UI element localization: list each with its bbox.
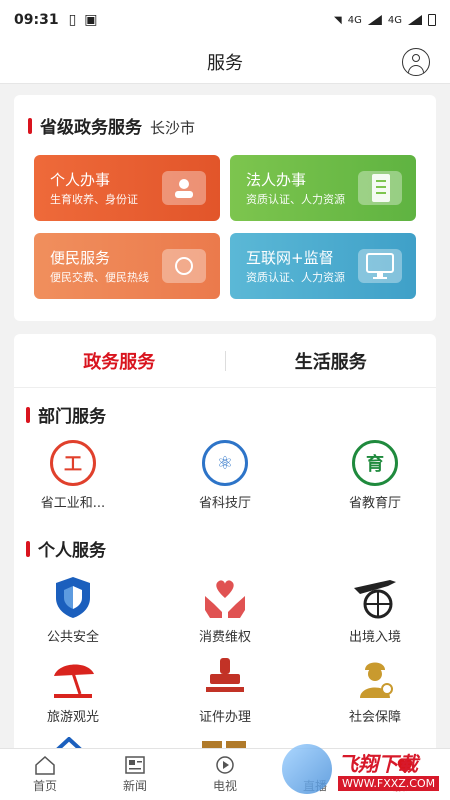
tabbar-tv[interactable]: 电视 xyxy=(180,749,270,800)
tile-personal-affairs[interactable]: 个人办事 生育收养、身份证 xyxy=(34,155,220,221)
signal-icon-2 xyxy=(408,15,422,25)
personal-item-entry-exit[interactable]: 出境入境 xyxy=(310,574,440,645)
network-type-1: 4G xyxy=(347,14,362,26)
heading-marker xyxy=(26,406,30,423)
dept-services-heading: 部门服务 xyxy=(26,402,106,427)
vibrate-icon: ▯ xyxy=(68,12,77,28)
personal-item-social-security[interactable]: 社会保障 xyxy=(310,654,440,725)
heart-hands-icon xyxy=(202,574,248,620)
personal-services-heading: 个人服务 xyxy=(26,536,106,561)
watermark-logo: 飞翔下载 WWW.FXXZ.COM xyxy=(282,742,442,798)
image-icon: ▣ xyxy=(84,12,98,28)
province-services-heading: 省级政务服务 长沙市 xyxy=(28,113,195,138)
personal-services-title: 个人服务 xyxy=(38,541,106,561)
dept-item-education[interactable]: 育 省教育厅 xyxy=(310,440,440,511)
news-icon xyxy=(124,755,146,775)
airplane-globe-icon xyxy=(352,574,398,620)
industry-emblem-icon: 工 xyxy=(50,440,96,486)
worker-icon xyxy=(352,654,398,700)
battery-icon xyxy=(428,14,436,26)
education-emblem-icon: 育 xyxy=(352,440,398,486)
user-profile-icon[interactable] xyxy=(402,48,430,76)
province-services-card: 省级政务服务 长沙市 个人办事 生育收养、身份证 法人办事 资质认证、人力资源 … xyxy=(14,95,436,321)
tile-internet-supervision[interactable]: 互联网+监督 资质认证、人力资源 xyxy=(230,233,416,299)
tabbar-news[interactable]: 新闻 xyxy=(90,749,180,800)
service-tabs: 政务服务 生活服务 xyxy=(14,334,436,388)
id-card-icon xyxy=(162,171,206,205)
watermark-text: 飞翔下载 xyxy=(338,752,418,776)
personal-item-certificates[interactable]: 证件办理 xyxy=(160,654,290,725)
umbrella-icon xyxy=(50,654,96,700)
stamp-icon xyxy=(202,654,248,700)
tabbar-home[interactable]: 首页 xyxy=(0,749,90,800)
heading-marker xyxy=(26,540,30,557)
watermark-bird-icon xyxy=(282,744,332,794)
dept-item-industry[interactable]: 工 省工业和... xyxy=(8,440,138,511)
signal-icon xyxy=(367,15,382,25)
page-title: 服务 xyxy=(207,52,243,74)
personal-item-consumer-rights[interactable]: 消费维权 xyxy=(160,574,290,645)
document-icon xyxy=(358,171,402,205)
personal-item-tourism[interactable]: 旅游观光 xyxy=(8,654,138,725)
tile-legal-person-affairs[interactable]: 法人办事 资质认证、人力资源 xyxy=(230,155,416,221)
tab-life-services[interactable]: 生活服务 xyxy=(226,348,437,374)
status-notification-icons: ▯ ▣ xyxy=(69,12,98,28)
status-bar: 09:31 ▯ ▣ ◥ 4G 4G xyxy=(0,0,450,40)
monitor-icon xyxy=(358,249,402,283)
wifi-icon: ◥ xyxy=(334,14,342,26)
city-selector[interactable]: 长沙市 xyxy=(150,117,195,138)
dept-services-title: 部门服务 xyxy=(38,407,106,427)
tab-government-services[interactable]: 政务服务 xyxy=(14,348,225,374)
home-icon xyxy=(34,755,56,775)
status-right: ◥ 4G 4G xyxy=(334,14,436,26)
folder-compass-icon xyxy=(162,249,206,283)
atom-icon: ⚛ xyxy=(202,440,248,486)
watermark-url: WWW.FXXZ.COM xyxy=(338,776,440,791)
shield-icon xyxy=(50,574,96,620)
dept-item-science[interactable]: ⚛ 省科技厅 xyxy=(160,440,290,511)
province-services-title: 省级政务服务 xyxy=(40,118,142,138)
status-time: 09:31 xyxy=(14,12,59,28)
network-type-2: 4G xyxy=(387,14,402,26)
heading-marker xyxy=(28,117,32,134)
play-icon xyxy=(214,755,236,775)
tile-convenience-services[interactable]: 便民服务 便民交费、便民热线 xyxy=(34,233,220,299)
personal-item-public-safety[interactable]: 公共安全 xyxy=(8,574,138,645)
services-panel: 政务服务 生活服务 部门服务 工 省工业和... ⚛ 省科技厅 育 省教育厅 个… xyxy=(14,334,436,764)
page-header: 服务 xyxy=(0,40,450,84)
